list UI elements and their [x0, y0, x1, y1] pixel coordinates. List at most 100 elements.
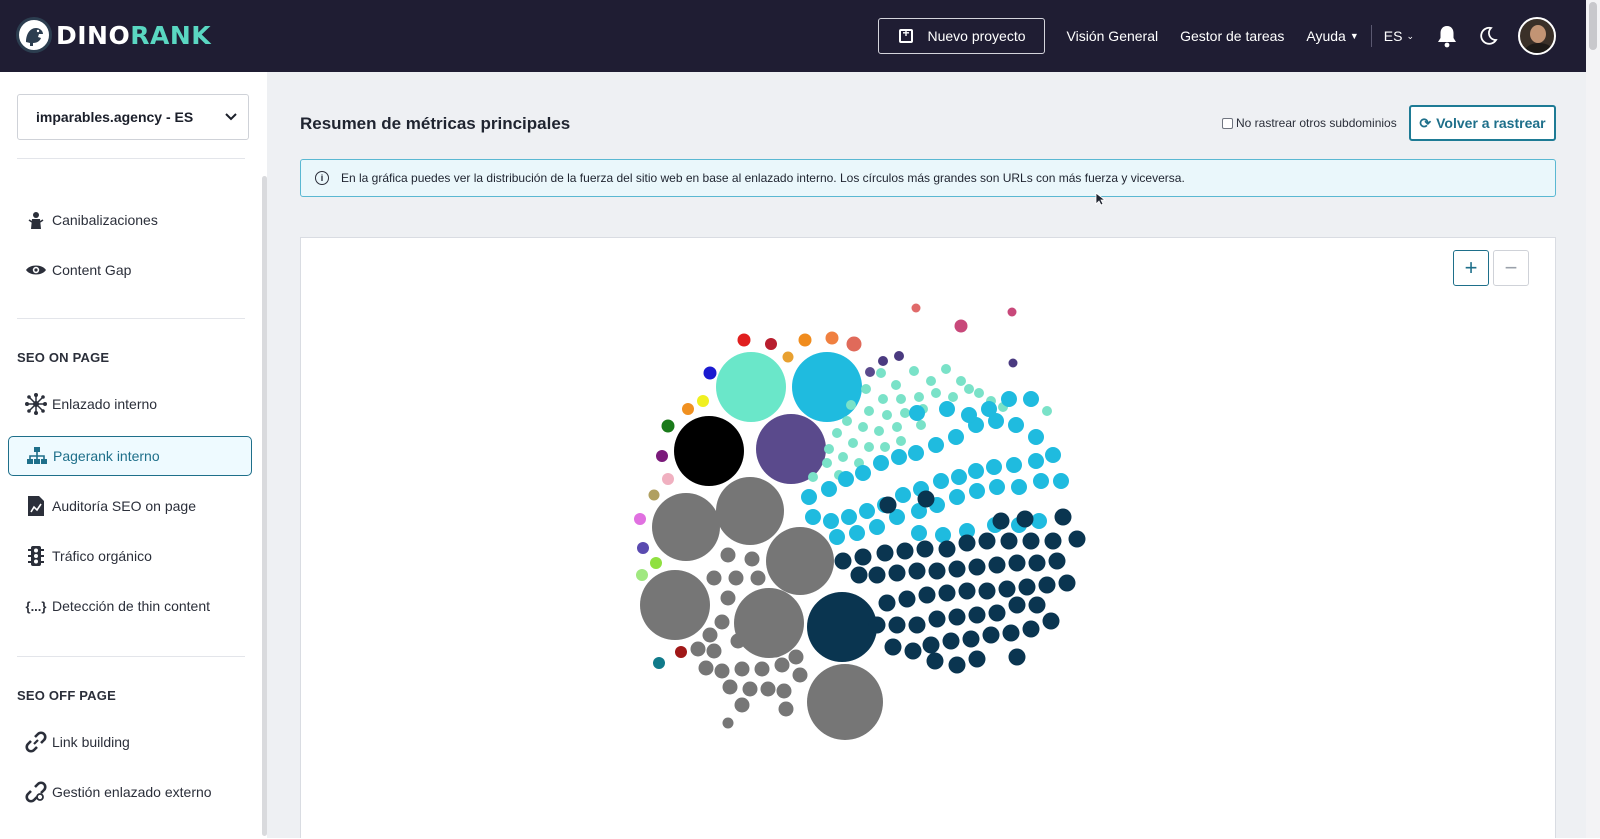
url-bubble[interactable]: [682, 403, 694, 415]
url-bubble[interactable]: [737, 333, 751, 347]
nav-tasks-link[interactable]: Gestor de tareas: [1180, 28, 1284, 44]
url-bubble[interactable]: [1048, 552, 1066, 570]
url-bubble[interactable]: [926, 376, 936, 386]
url-bubble[interactable]: [1008, 596, 1026, 614]
url-bubble[interactable]: [1058, 574, 1076, 592]
url-bubble[interactable]: [873, 455, 889, 471]
url-bubble[interactable]: [825, 331, 839, 345]
sidebar-item-link-building[interactable]: Link building: [8, 722, 252, 762]
url-bubble[interactable]: [650, 557, 662, 569]
url-bubble[interactable]: [720, 547, 736, 563]
url-bubble[interactable]: [1011, 479, 1027, 495]
no-crawl-subdomains-checkbox[interactable]: [1222, 117, 1233, 129]
url-bubble[interactable]: [792, 352, 862, 422]
url-bubble[interactable]: [988, 556, 1006, 574]
url-bubble[interactable]: [822, 458, 832, 468]
url-bubble[interactable]: [986, 459, 1002, 475]
url-bubble[interactable]: [778, 701, 794, 717]
url-bubble[interactable]: [846, 336, 862, 352]
url-bubble[interactable]: [768, 642, 784, 658]
url-bubble[interactable]: [874, 426, 884, 436]
url-bubble[interactable]: [928, 562, 946, 580]
url-bubble[interactable]: [948, 608, 966, 626]
url-bubble[interactable]: [922, 636, 940, 654]
url-bubble[interactable]: [998, 580, 1016, 598]
user-avatar[interactable]: [1518, 17, 1556, 55]
url-bubble[interactable]: [969, 483, 985, 499]
url-bubble[interactable]: [714, 663, 730, 679]
url-bubble[interactable]: [964, 384, 974, 394]
url-bubble[interactable]: [690, 641, 706, 657]
url-bubble[interactable]: [1000, 532, 1018, 550]
url-bubble[interactable]: [841, 509, 857, 525]
url-bubble[interactable]: [891, 380, 901, 390]
url-bubble[interactable]: [876, 368, 886, 378]
url-bubble[interactable]: [908, 616, 926, 634]
bell-icon[interactable]: [1436, 24, 1458, 48]
url-bubble[interactable]: [838, 471, 854, 487]
url-bubble[interactable]: [782, 351, 794, 363]
url-bubble[interactable]: [702, 627, 718, 643]
url-bubble[interactable]: [716, 477, 784, 545]
url-bubble[interactable]: [697, 395, 709, 407]
url-bubble[interactable]: [1028, 596, 1046, 614]
url-bubble[interactable]: [954, 319, 968, 333]
url-bubble[interactable]: [917, 490, 935, 508]
url-bubble[interactable]: [948, 429, 964, 445]
url-bubble[interactable]: [1042, 612, 1060, 630]
url-bubble[interactable]: [750, 570, 766, 586]
url-bubble[interactable]: [956, 376, 966, 386]
url-bubble[interactable]: [846, 400, 856, 410]
url-bubble[interactable]: [904, 642, 922, 660]
url-bubble[interactable]: [865, 367, 875, 377]
url-bubble[interactable]: [948, 656, 966, 674]
url-bubble[interactable]: [849, 525, 865, 541]
zoom-out-button[interactable]: −: [1493, 250, 1529, 286]
url-bubble[interactable]: [734, 697, 750, 713]
url-bubble[interactable]: [742, 681, 758, 697]
url-bubble[interactable]: [792, 667, 808, 683]
url-bubble[interactable]: [878, 394, 888, 404]
url-bubble[interactable]: [1018, 578, 1036, 596]
url-bubble[interactable]: [722, 717, 734, 729]
url-bubble[interactable]: [876, 544, 894, 562]
sidebar-item-content-gap[interactable]: Content Gap: [8, 250, 252, 290]
url-bubble[interactable]: [662, 473, 674, 485]
url-bubble[interactable]: [898, 590, 916, 608]
url-bubble[interactable]: [926, 652, 944, 670]
url-bubble[interactable]: [728, 570, 744, 586]
url-bubble[interactable]: [1033, 473, 1049, 489]
url-bubble[interactable]: [829, 529, 845, 545]
pagerank-bubble-chart[interactable]: + −: [300, 237, 1556, 838]
url-bubble[interactable]: [1022, 620, 1040, 638]
no-crawl-subdomains-option[interactable]: No rastrear otros subdominios: [1222, 116, 1397, 130]
url-bubble[interactable]: [842, 416, 852, 426]
url-bubble[interactable]: [908, 445, 924, 461]
url-bubble[interactable]: [706, 570, 722, 586]
url-bubble[interactable]: [941, 364, 951, 374]
url-bubble[interactable]: [918, 586, 936, 604]
url-bubble[interactable]: [1008, 417, 1024, 433]
url-bubble[interactable]: [878, 356, 888, 366]
url-bubble[interactable]: [888, 564, 906, 582]
url-bubble[interactable]: [744, 551, 760, 567]
url-bubble[interactable]: [978, 532, 996, 550]
url-bubble[interactable]: [968, 606, 986, 624]
url-bubble[interactable]: [1053, 473, 1069, 489]
url-bubble[interactable]: [948, 560, 966, 578]
sidebar-item-canibalizaciones[interactable]: Canibalizaciones: [8, 200, 252, 240]
sidebar-item-auditoria-seo[interactable]: Auditoría SEO on page: [8, 486, 252, 526]
url-bubble[interactable]: [805, 509, 821, 525]
url-bubble[interactable]: [850, 566, 868, 584]
url-bubble[interactable]: [961, 407, 977, 423]
url-bubble[interactable]: [637, 542, 649, 554]
url-bubble[interactable]: [703, 366, 717, 380]
url-bubble[interactable]: [928, 437, 944, 453]
url-bubble[interactable]: [868, 616, 886, 634]
url-bubble[interactable]: [1008, 554, 1026, 572]
url-bubble[interactable]: [1023, 391, 1039, 407]
url-bubble[interactable]: [776, 683, 792, 699]
url-bubble[interactable]: [1006, 457, 1022, 473]
url-bubble[interactable]: [1044, 532, 1062, 550]
url-bubble[interactable]: [648, 489, 660, 501]
